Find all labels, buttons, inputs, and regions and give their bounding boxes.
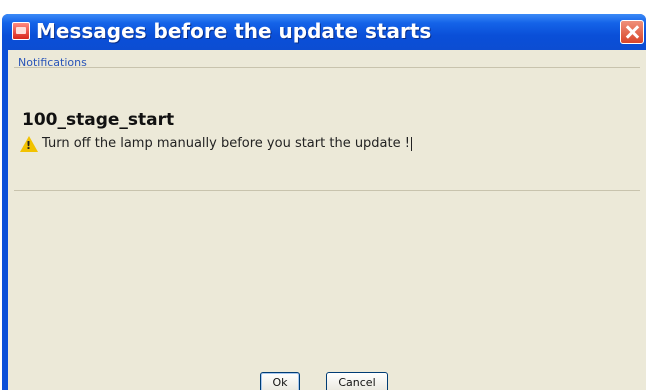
ok-button[interactable]: Ok xyxy=(260,372,300,390)
cancel-button[interactable]: Cancel xyxy=(326,372,388,390)
dialog-window: Messages before the update starts Notifi… xyxy=(2,14,646,390)
title-bar[interactable]: Messages before the update starts xyxy=(2,14,646,50)
notification-text: Turn off the lamp manually before you st… xyxy=(42,136,410,151)
stage-name: 100_stage_start xyxy=(22,110,175,130)
close-button[interactable] xyxy=(620,20,644,44)
app-icon xyxy=(12,22,30,40)
window-title: Messages before the update starts xyxy=(36,19,432,43)
dialog-body: Notifications 100_stage_start Turn off t… xyxy=(8,50,646,390)
warning-icon xyxy=(20,136,38,152)
text-caret xyxy=(410,136,412,151)
